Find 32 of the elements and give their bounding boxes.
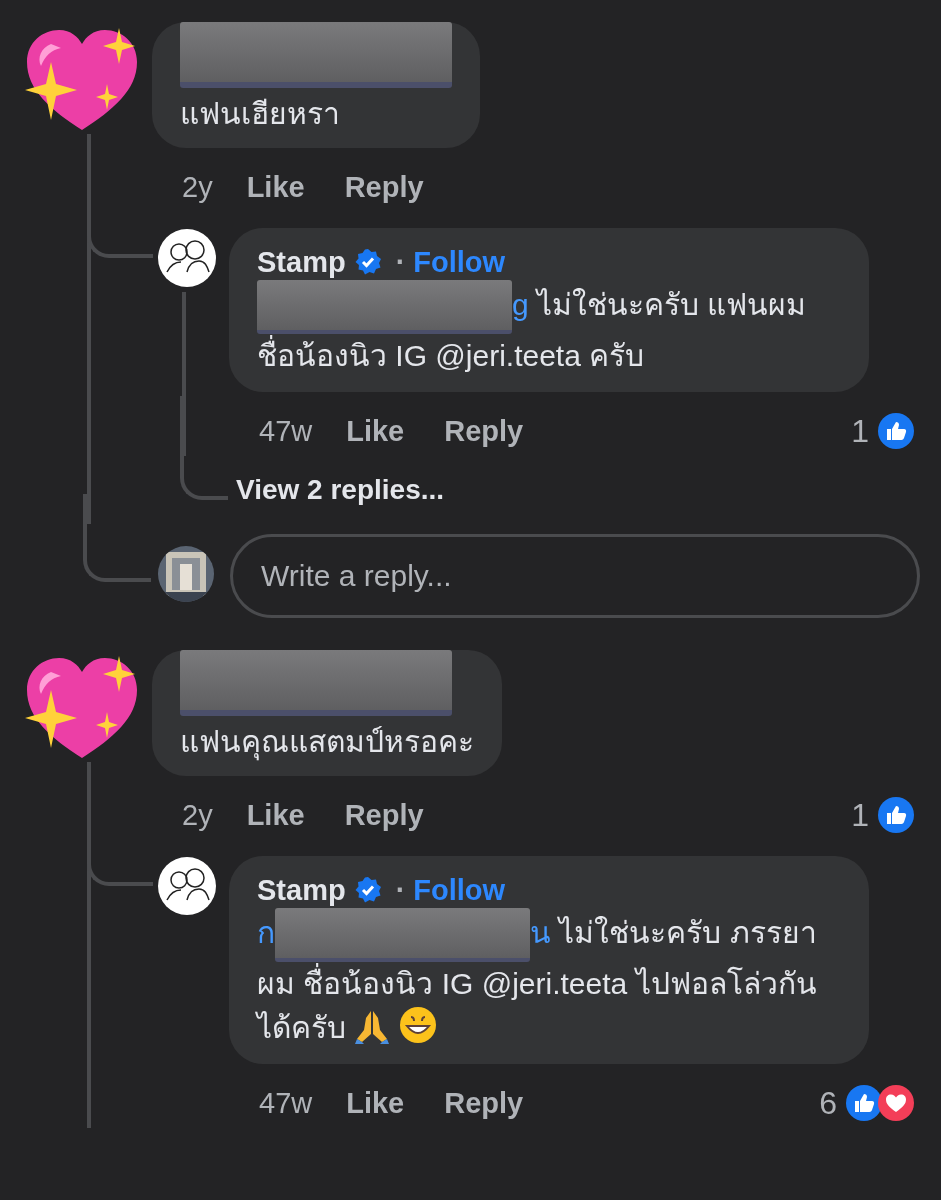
timestamp: 47w — [259, 414, 313, 448]
timestamp: 2y — [182, 798, 213, 832]
separator-dot: · — [395, 873, 406, 907]
mention-link[interactable]: น — [530, 915, 551, 949]
reaction-count: 1 — [851, 412, 869, 450]
like-link[interactable]: Like — [246, 170, 305, 204]
reply-text: ก น ไม่ใช่นะครับ ภรรยาผม ชื่อน้องนิว IG @jeri.teeta ไปฟอลโล่วกันได้ครับ — [257, 908, 841, 1050]
mention-link[interactable]: g — [512, 287, 529, 321]
reply-input[interactable]: Write a reply... — [230, 534, 920, 618]
comment-text: แฟนคุณแสตมป์หรอคะ — [180, 720, 474, 764]
author-name[interactable]: Stamp — [257, 873, 346, 907]
separator-dot: · — [395, 245, 406, 279]
timestamp: 47w — [259, 1086, 313, 1120]
reaction-count: 1 — [851, 796, 869, 834]
reply-link[interactable]: Reply — [444, 1086, 524, 1120]
follow-link[interactable]: Follow — [413, 245, 506, 279]
author-name[interactable]: Stamp — [257, 245, 346, 279]
comment-text: แฟนเฮียหรา — [180, 96, 341, 132]
timestamp: 2y — [182, 170, 213, 204]
reply-text: g ไม่ใช่นะครับ แฟนผม ชื่อน้องนิว IG @jeri.teeta ครับ — [257, 280, 841, 378]
view-replies-link[interactable]: View 2 replies... — [236, 474, 445, 505]
reply-link[interactable]: Reply — [444, 414, 524, 448]
reply-link[interactable]: Reply — [344, 170, 424, 204]
reaction-count: 6 — [819, 1084, 837, 1122]
follow-link[interactable]: Follow — [413, 873, 506, 907]
reply-link[interactable]: Reply — [344, 798, 424, 832]
avatar-icon — [157, 856, 217, 916]
like-link[interactable]: Like — [246, 798, 305, 832]
mention-link[interactable]: ก — [257, 915, 275, 949]
like-link[interactable]: Like — [346, 414, 405, 448]
avatar-icon — [157, 228, 217, 288]
like-link[interactable]: Like — [346, 1086, 405, 1120]
